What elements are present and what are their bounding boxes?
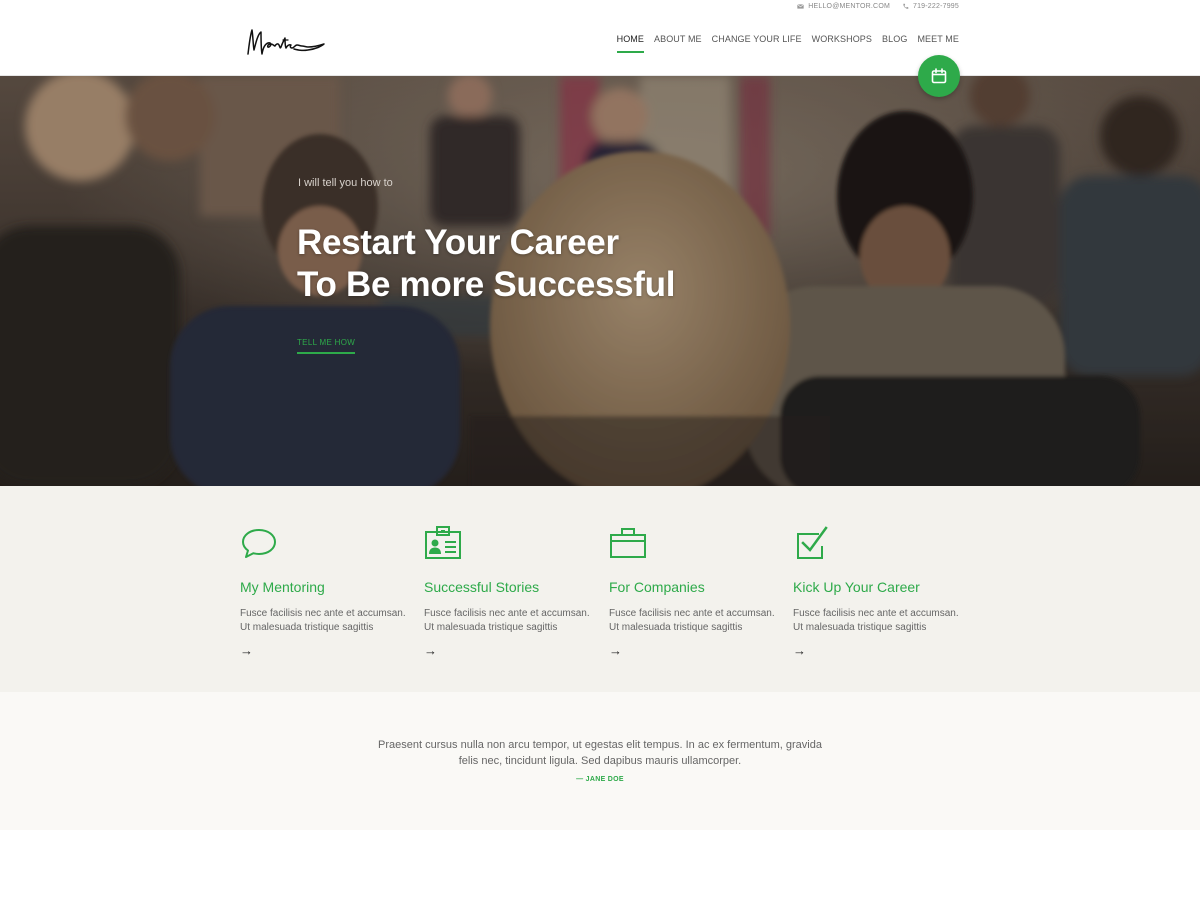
email-contact[interactable]: HELLO@MENTOR.COM — [797, 3, 890, 10]
feature-kick-up-your-career: Kick Up Your Career Fusce facilisis nec … — [793, 524, 963, 660]
phone-icon — [903, 3, 909, 9]
feature-title[interactable]: Successful Stories — [424, 579, 594, 595]
feature-title[interactable]: Kick Up Your Career — [793, 579, 963, 595]
feature-text: Fusce facilisis nec ante et accumsan. Ut… — [793, 608, 959, 633]
nav-about-me[interactable]: ABOUT ME — [654, 34, 702, 53]
testimonial-quote: Praesent cursus nulla non arcu tempor, u… — [378, 739, 822, 767]
contact-bar: HELLO@MENTOR.COM 719-222-7995 — [797, 3, 959, 10]
phone-text: 719-222-7995 — [913, 3, 959, 10]
hero-title-line1: Restart Your Career — [297, 223, 619, 262]
envelope-icon — [797, 4, 805, 9]
briefcase-icon — [610, 528, 646, 558]
hero-section: I will tell you how to Restart Your Care… — [0, 76, 1200, 486]
checkbox-icon — [797, 526, 828, 559]
feature-successful-stories: Successful Stories Fusce facilisis nec a… — [424, 524, 594, 660]
speech-bubble-icon — [242, 529, 276, 558]
feature-title[interactable]: For Companies — [609, 579, 779, 595]
main-nav: HOME ABOUT ME CHANGE YOUR LIFE WORKSHOPS… — [616, 34, 959, 53]
feature-text: Fusce facilisis nec ante et accumsan. Ut… — [240, 608, 406, 633]
features-section: My Mentoring Fusce facilisis nec ante et… — [0, 486, 1200, 692]
testimonial-section: Praesent cursus nulla non arcu tempor, u… — [0, 692, 1200, 830]
email-text: HELLO@MENTOR.COM — [808, 3, 890, 10]
nav-home[interactable]: HOME — [616, 34, 644, 53]
nav-workshops[interactable]: WORKSHOPS — [812, 34, 872, 53]
site-header: HELLO@MENTOR.COM 719-222-7995 HOME ABOUT… — [0, 0, 1200, 76]
hero-subtitle: I will tell you how to — [298, 177, 393, 189]
arrow-right-icon[interactable]: → — [609, 643, 622, 658]
testimonial-author: — JANE DOE — [576, 776, 624, 783]
id-card-icon — [425, 526, 461, 559]
nav-change-your-life[interactable]: CHANGE YOUR LIFE — [712, 34, 802, 53]
feature-text: Fusce facilisis nec ante et accumsan. Ut… — [424, 608, 590, 633]
hero-title-line2: To Be more Successful — [297, 265, 676, 304]
feature-text: Fusce facilisis nec ante et accumsan. Ut… — [609, 608, 775, 633]
arrow-right-icon[interactable]: → — [793, 643, 806, 658]
tell-me-how-link[interactable]: TELL ME HOW — [297, 338, 356, 354]
nav-blog[interactable]: BLOG — [882, 34, 907, 53]
hero-title: Restart Your Career To Be more Successfu… — [297, 222, 675, 306]
calendar-button[interactable] — [918, 55, 960, 97]
calendar-icon — [931, 68, 947, 84]
phone-contact[interactable]: 719-222-7995 — [902, 3, 959, 10]
feature-my-mentoring: My Mentoring Fusce facilisis nec ante et… — [240, 524, 410, 660]
arrow-right-icon[interactable]: → — [424, 643, 437, 658]
arrow-right-icon[interactable]: → — [240, 643, 253, 658]
mentor-logo[interactable] — [244, 24, 334, 60]
nav-meet-me[interactable]: MEET ME — [917, 34, 959, 53]
feature-title[interactable]: My Mentoring — [240, 579, 410, 595]
feature-for-companies: For Companies Fusce facilisis nec ante e… — [609, 524, 779, 660]
